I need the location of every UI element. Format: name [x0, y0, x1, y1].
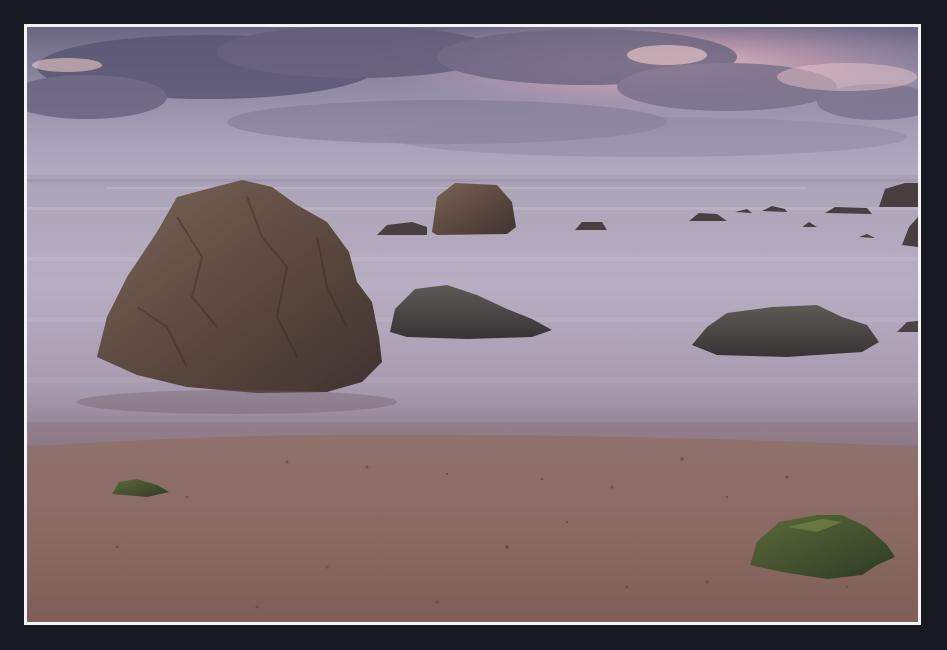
dark-frame — [0, 0, 947, 650]
beach-photo — [27, 27, 918, 622]
cloud-highlight — [777, 63, 917, 91]
cloud-highlight — [32, 58, 102, 72]
big-rock-reflection — [77, 390, 397, 414]
cloud-highlight — [627, 45, 707, 65]
beach-scene — [27, 27, 918, 622]
